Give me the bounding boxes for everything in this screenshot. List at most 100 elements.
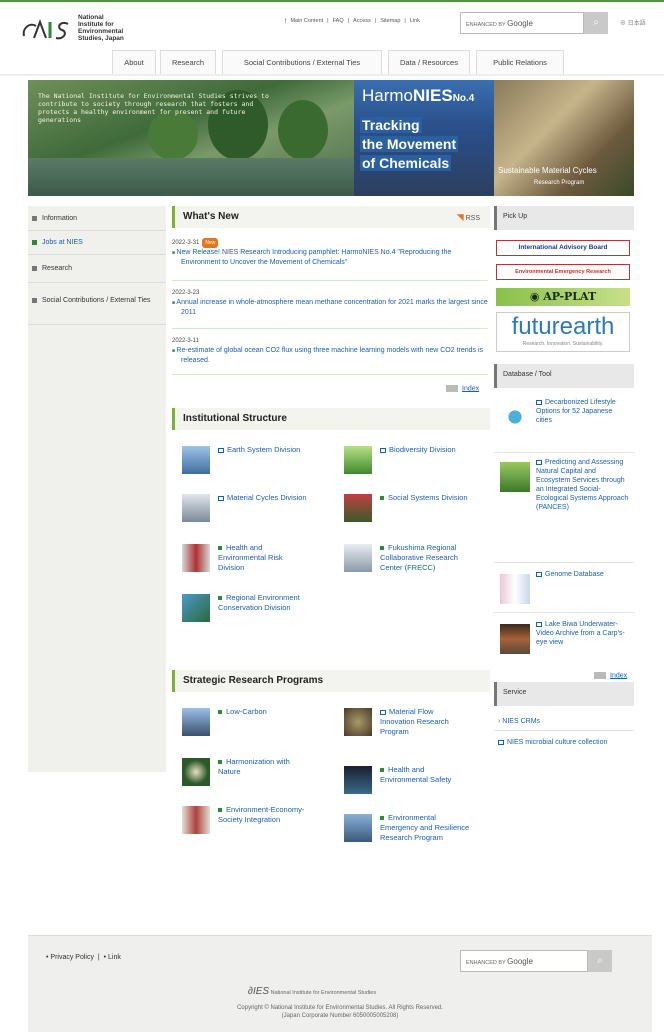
- db-decarbonized-lifestyle[interactable]: Decarbonized Lifestyle Options for 52 Ja…: [494, 398, 634, 448]
- footer-search: ENHANCED BY Google ⌕: [460, 950, 612, 972]
- external-link-icon: [498, 739, 504, 745]
- rss-link[interactable]: ◥ RSS: [457, 212, 480, 223]
- bullet-icon: [218, 710, 222, 715]
- hero-panel-material-cycles[interactable]: Sustainable Material Cycles Research Pro…: [494, 80, 634, 196]
- language-link[interactable]: ⊕ 日本語: [620, 18, 646, 27]
- nies-logo-mark-icon: [22, 19, 69, 40]
- program-health-safety[interactable]: Health and Environmental Safety: [334, 762, 474, 808]
- nav-research[interactable]: Research: [160, 50, 216, 74]
- external-link-icon: [218, 495, 224, 501]
- bullet-icon: [218, 596, 222, 601]
- link-access[interactable]: Access: [353, 18, 371, 24]
- division-biodiversity[interactable]: Biodiversity Division: [334, 442, 474, 488]
- news-date: 2022-3-23: [172, 290, 200, 296]
- institutional-header: Institutional Structure: [172, 408, 490, 430]
- program-harmonization-nature[interactable]: Harmonization with Nature: [172, 754, 312, 800]
- banner-future-earth[interactable]: futurearth Research. Innovation. Sustain…: [496, 312, 630, 352]
- db-genome[interactable]: Genome Database: [494, 570, 634, 606]
- earth-system-thumb: [182, 446, 210, 474]
- bullet-icon: [380, 496, 384, 501]
- hero-banner: The National Institute for Environmental…: [28, 80, 634, 196]
- divider: [494, 730, 634, 731]
- program-material-flow[interactable]: Material Flow Innovation Research Progra…: [334, 704, 474, 750]
- list-icon: [446, 385, 458, 392]
- service-microbial-culture[interactable]: NIES microbial culture collection: [498, 738, 628, 747]
- pances-thumb: [500, 462, 530, 492]
- whats-new-header: What's New ◥ RSS: [172, 206, 490, 228]
- external-link-icon: [536, 621, 542, 627]
- banner-international-advisory-board[interactable]: International Advisory Board: [496, 240, 630, 256]
- external-link-icon: [380, 447, 386, 453]
- search-button[interactable]: ⌕: [584, 12, 608, 34]
- service-nies-crms[interactable]: › NIES CRMs: [498, 718, 540, 725]
- news-link[interactable]: New Release! NIES Research Introducing p…: [172, 248, 488, 268]
- footer-search-button[interactable]: ⌕: [588, 950, 612, 972]
- sidebar-item-social-contributions[interactable]: Social Contributions / External Ties: [28, 296, 166, 305]
- link-sitemap[interactable]: Sitemap: [380, 18, 400, 24]
- nav-data-resources[interactable]: Data / Resources: [388, 50, 470, 74]
- external-link-icon: [536, 399, 542, 405]
- db-pances[interactable]: Predicting and Assessing Natural Capital…: [494, 458, 634, 558]
- nav-about[interactable]: About: [112, 50, 156, 74]
- search-input[interactable]: ENHANCED BY Google: [460, 12, 584, 34]
- material-cycles-title: Sustainable Material Cycles: [498, 166, 597, 175]
- org-name: National Institute for Environmental Stu…: [78, 14, 124, 42]
- footer-link-privacy[interactable]: • Privacy Policy: [46, 954, 94, 961]
- footer-logo: ∂IES National Institute for Environmenta…: [248, 986, 377, 997]
- bullet-icon: [380, 768, 384, 773]
- utility-links: | Main Content | FAQ | Access | Sitemap | Link: [285, 18, 420, 24]
- footer-search-input[interactable]: ENHANCED BY Google: [460, 950, 588, 972]
- left-sidebar: Information Jobs at NIES Research Social…: [28, 206, 166, 772]
- header-search: ENHANCED BY Google ⌕: [460, 12, 608, 34]
- division-social-systems[interactable]: Social Systems Division: [334, 490, 474, 536]
- division-frecc[interactable]: Fukushima Regional Collaborative Researc…: [334, 540, 474, 602]
- program-low-carbon[interactable]: Low-Carbon: [172, 704, 312, 750]
- frecc-thumb: [344, 544, 372, 572]
- external-link-icon: [536, 571, 542, 577]
- external-link-icon: [380, 709, 386, 715]
- db-lake-biwa[interactable]: Lake Biwa Underwater-Video Archive from …: [494, 620, 634, 664]
- strategic-title: Strategic Research Programs: [183, 675, 324, 686]
- search-icon: ⌕: [597, 955, 603, 966]
- banner-ap-plat[interactable]: ◉ AP-PLAT: [496, 288, 630, 306]
- bullet-icon: [218, 546, 222, 551]
- divider: [28, 282, 166, 283]
- division-earth-system[interactable]: Earth System Division: [172, 442, 312, 488]
- nav-social-contributions[interactable]: Social Contributions / External Ties: [222, 50, 382, 74]
- news-link[interactable]: Re-estimate of global ocean CO2 flux usi…: [172, 346, 488, 366]
- database-index-link[interactable]: Index: [594, 672, 627, 679]
- banner-environmental-emergency-research[interactable]: Environmental Emergency Research: [496, 264, 630, 280]
- emergency-thumb: [344, 814, 372, 842]
- news-link[interactable]: Annual increase in whole-atmosphere mean…: [172, 298, 488, 318]
- new-badge: New: [202, 238, 219, 248]
- top-accent-bar: [0, 0, 664, 4]
- program-emergency-resilience[interactable]: Environmental Emergency and Resilience R…: [334, 810, 474, 870]
- news-index-link[interactable]: Index: [446, 385, 479, 392]
- division-material-cycles[interactable]: Material Cycles Division: [172, 490, 312, 536]
- footer: • Privacy Policy | • Link ENHANCED BY Go…: [28, 935, 652, 1032]
- nav-public-relations[interactable]: Public Relations: [476, 50, 564, 74]
- sidebar-item-jobs[interactable]: Jobs at NIES: [28, 238, 166, 247]
- division-health-risk[interactable]: Health and Environmental Risk Division: [172, 540, 312, 586]
- link-main-content[interactable]: Main Content: [290, 18, 323, 24]
- divider: [28, 324, 166, 325]
- rss-icon: ◥: [456, 212, 464, 222]
- footer-link-link[interactable]: • Link: [104, 954, 121, 961]
- sidebar-item-research[interactable]: Research: [28, 264, 166, 273]
- hero-panel-harmonies[interactable]: HarmoNIESNo.4 Tracking the Movement of C…: [354, 80, 494, 196]
- bullet-icon: [380, 816, 384, 821]
- hero-panel-mission[interactable]: The National Institute for Environmental…: [28, 80, 354, 196]
- link-faq[interactable]: FAQ: [333, 18, 344, 24]
- lake-biwa-thumb: [500, 624, 530, 654]
- harmonies-headline: Tracking the Movement of Chemicals: [360, 117, 459, 171]
- link-link[interactable]: Link: [410, 18, 420, 24]
- nies-logo[interactable]: National Institute for Environmental Stu…: [20, 12, 150, 48]
- program-ees-integration[interactable]: Environment-Economy-Society Integration: [172, 802, 312, 848]
- ees-integration-thumb: [182, 806, 210, 834]
- news-item: 2022-3-23 Annual increase in whole-atmos…: [172, 288, 488, 318]
- sidebar-item-information[interactable]: Information: [28, 214, 166, 223]
- external-link-icon: [218, 447, 224, 453]
- institutional-title: Institutional Structure: [183, 413, 287, 424]
- division-regional-environment[interactable]: Regional Environment Conservation Divisi…: [172, 590, 312, 636]
- divider: [494, 562, 634, 563]
